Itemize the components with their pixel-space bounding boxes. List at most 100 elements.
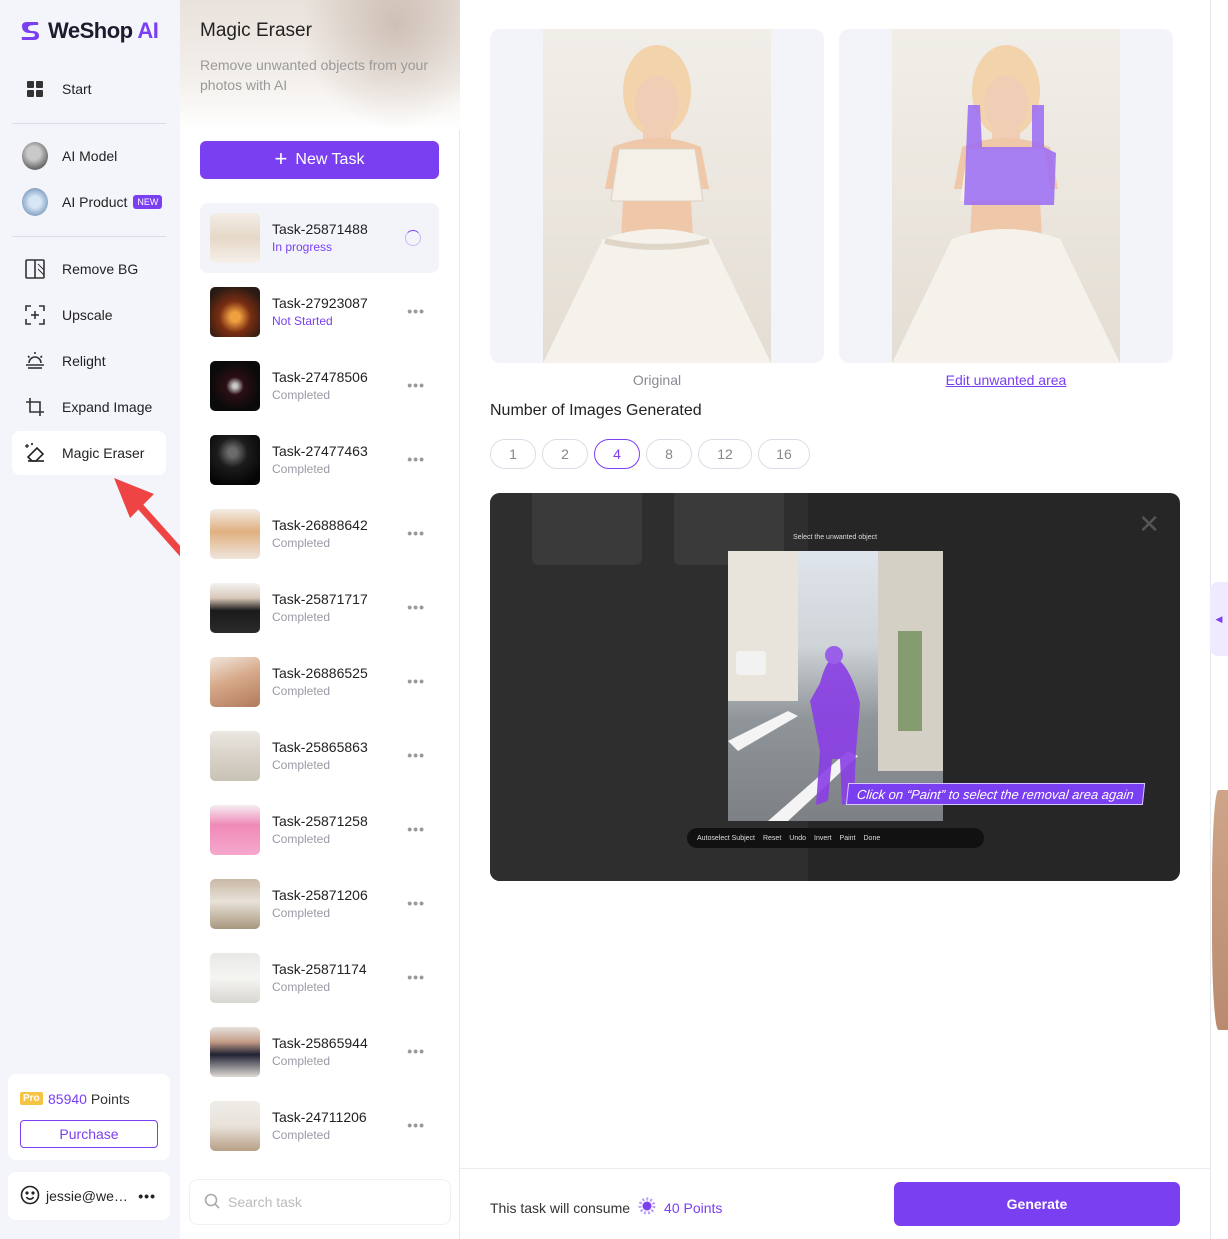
task-name: Task-24711206 [272, 1109, 367, 1125]
count-option-2[interactable]: 2 [542, 439, 588, 469]
task-more-button[interactable]: ••• [407, 525, 425, 541]
task-more-button[interactable]: ••• [407, 821, 425, 837]
nav-item-ai-product[interactable]: AI Product NEW [12, 180, 166, 224]
new-task-label: New Task [295, 151, 365, 168]
task-name: Task-25871488 [272, 221, 368, 237]
new-badge: NEW [133, 195, 163, 209]
count-option-12[interactable]: 12 [698, 439, 752, 469]
nav-label-remove-bg: Remove BG [62, 261, 139, 277]
consume-points: 40 Points [664, 1199, 723, 1216]
task-row[interactable]: Task-25871488 In progress [200, 203, 439, 273]
original-image-panel[interactable] [490, 29, 824, 363]
demo-street-photo [728, 551, 943, 821]
nav-item-remove-bg[interactable]: Remove BG [12, 247, 166, 291]
logo[interactable]: WeShop AI [18, 18, 159, 44]
task-more-button[interactable]: ••• [407, 1043, 425, 1059]
task-name: Task-25871258 [272, 813, 368, 829]
task-more-button[interactable]: ••• [407, 895, 425, 911]
points-card: Pro 85940 Points Purchase [8, 1074, 170, 1160]
main-panel: Original Edit unwanted area Number of Im… [460, 0, 1210, 1239]
logo-text-ai: AI [137, 18, 159, 43]
nav-label-magic-eraser: Magic Eraser [62, 445, 145, 461]
task-more-button[interactable]: ••• [407, 599, 425, 615]
nav-label-ai-model: AI Model [62, 148, 118, 164]
task-thumbnail [210, 213, 260, 263]
crop-icon [22, 394, 48, 420]
expand-panel-button[interactable]: ◀ [1210, 582, 1228, 656]
task-row[interactable]: Task-24711206 Completed ••• [200, 1091, 439, 1161]
nav-item-relight[interactable]: Relight [12, 339, 166, 383]
task-thumbnail [210, 731, 260, 781]
search-placeholder: Search task [228, 1194, 302, 1210]
task-row[interactable]: Task-25871717 Completed ••• [200, 573, 439, 643]
purchase-button[interactable]: Purchase [20, 1120, 158, 1148]
task-row[interactable]: Task-26886525 Completed ••• [200, 647, 439, 717]
task-name: Task-26888642 [272, 517, 368, 533]
count-option-1[interactable]: 1 [490, 439, 536, 469]
autoselect-tool: Autoselect Subject [697, 834, 755, 842]
task-status: Completed [272, 758, 331, 772]
new-task-button[interactable]: + New Task [200, 141, 439, 179]
left-nav: WeShop AI Start AI Model AI Product NEW … [0, 0, 180, 1239]
task-name: Task-25865944 [272, 1035, 368, 1051]
task-name: Task-27478506 [272, 369, 368, 385]
original-photo [543, 29, 771, 363]
count-option-4[interactable]: 4 [594, 439, 640, 469]
task-row[interactable]: Task-26888642 Completed ••• [200, 499, 439, 569]
task-thumbnail [210, 509, 260, 559]
tool-title: Magic Eraser [200, 20, 312, 41]
nav-item-upscale[interactable]: Upscale [12, 293, 166, 337]
user-more-button[interactable]: ••• [138, 1188, 156, 1204]
user-card[interactable]: jessie@we… ••• [8, 1172, 170, 1220]
task-status: Completed [272, 1054, 331, 1068]
undo-tool: Undo [789, 834, 807, 842]
tool-header: Magic Eraser Remove unwanted objects fro… [180, 0, 460, 130]
task-more-button[interactable]: ••• [407, 377, 425, 393]
magic-eraser-icon [22, 440, 48, 466]
task-row[interactable]: Task-27923087 Not Started ••• [200, 277, 439, 347]
task-row[interactable]: Task-25865863 Completed ••• [200, 721, 439, 791]
task-more-button[interactable]: ••• [407, 673, 425, 689]
tutorial-demo: Select the unwanted object ✕ Click on “P… [490, 493, 1180, 881]
original-caption: Original [632, 372, 682, 388]
count-option-8[interactable]: 8 [646, 439, 692, 469]
ai-product-avatar-icon [22, 188, 48, 216]
task-thumbnail [210, 1027, 260, 1077]
logo-icon [21, 22, 39, 40]
remove-bg-icon [22, 256, 48, 282]
relight-icon [22, 348, 48, 374]
task-row[interactable]: Task-25865944 Completed ••• [200, 1017, 439, 1087]
nav-label-upscale: Upscale [62, 307, 113, 323]
task-more-button[interactable]: ••• [407, 747, 425, 763]
task-more-button[interactable]: ••• [407, 1117, 425, 1133]
nav-item-magic-eraser[interactable]: Magic Eraser [12, 431, 166, 475]
task-row[interactable]: Task-25871258 Completed ••• [200, 795, 439, 865]
edit-unwanted-area-link[interactable]: Edit unwanted area [839, 372, 1173, 388]
count-option-16[interactable]: 16 [758, 439, 810, 469]
task-row[interactable]: Task-25871174 Completed ••• [200, 943, 439, 1013]
close-icon[interactable]: ✕ [1138, 509, 1160, 540]
task-more-button[interactable]: ••• [407, 969, 425, 985]
task-row[interactable]: Task-27477463 Completed ••• [200, 425, 439, 495]
nav-item-expand-image[interactable]: Expand Image [12, 385, 166, 429]
task-thumbnail [210, 583, 260, 633]
nav-divider [12, 123, 166, 124]
task-row[interactable]: Task-25871206 Completed ••• [200, 869, 439, 939]
task-name: Task-27923087 [272, 295, 368, 311]
logo-text: WeShop [48, 18, 133, 43]
task-more-button[interactable]: ••• [407, 303, 425, 319]
search-input[interactable]: Search task [190, 1180, 450, 1224]
task-more-button[interactable]: ••• [407, 451, 425, 467]
masked-image-panel[interactable] [839, 29, 1173, 363]
task-status: Completed [272, 536, 331, 550]
generate-button[interactable]: Generate [894, 1182, 1180, 1226]
task-status: Not Started [272, 314, 333, 328]
task-status: Completed [272, 610, 331, 624]
task-panel: Magic Eraser Remove unwanted objects fro… [180, 0, 460, 1239]
plus-icon: + [274, 146, 288, 171]
task-row[interactable]: Task-27478506 Completed ••• [200, 351, 439, 421]
task-name: Task-25871174 [272, 961, 367, 977]
nav-item-start[interactable]: Start [12, 67, 166, 111]
task-thumbnail [210, 361, 260, 411]
nav-item-ai-model[interactable]: AI Model [12, 134, 166, 178]
